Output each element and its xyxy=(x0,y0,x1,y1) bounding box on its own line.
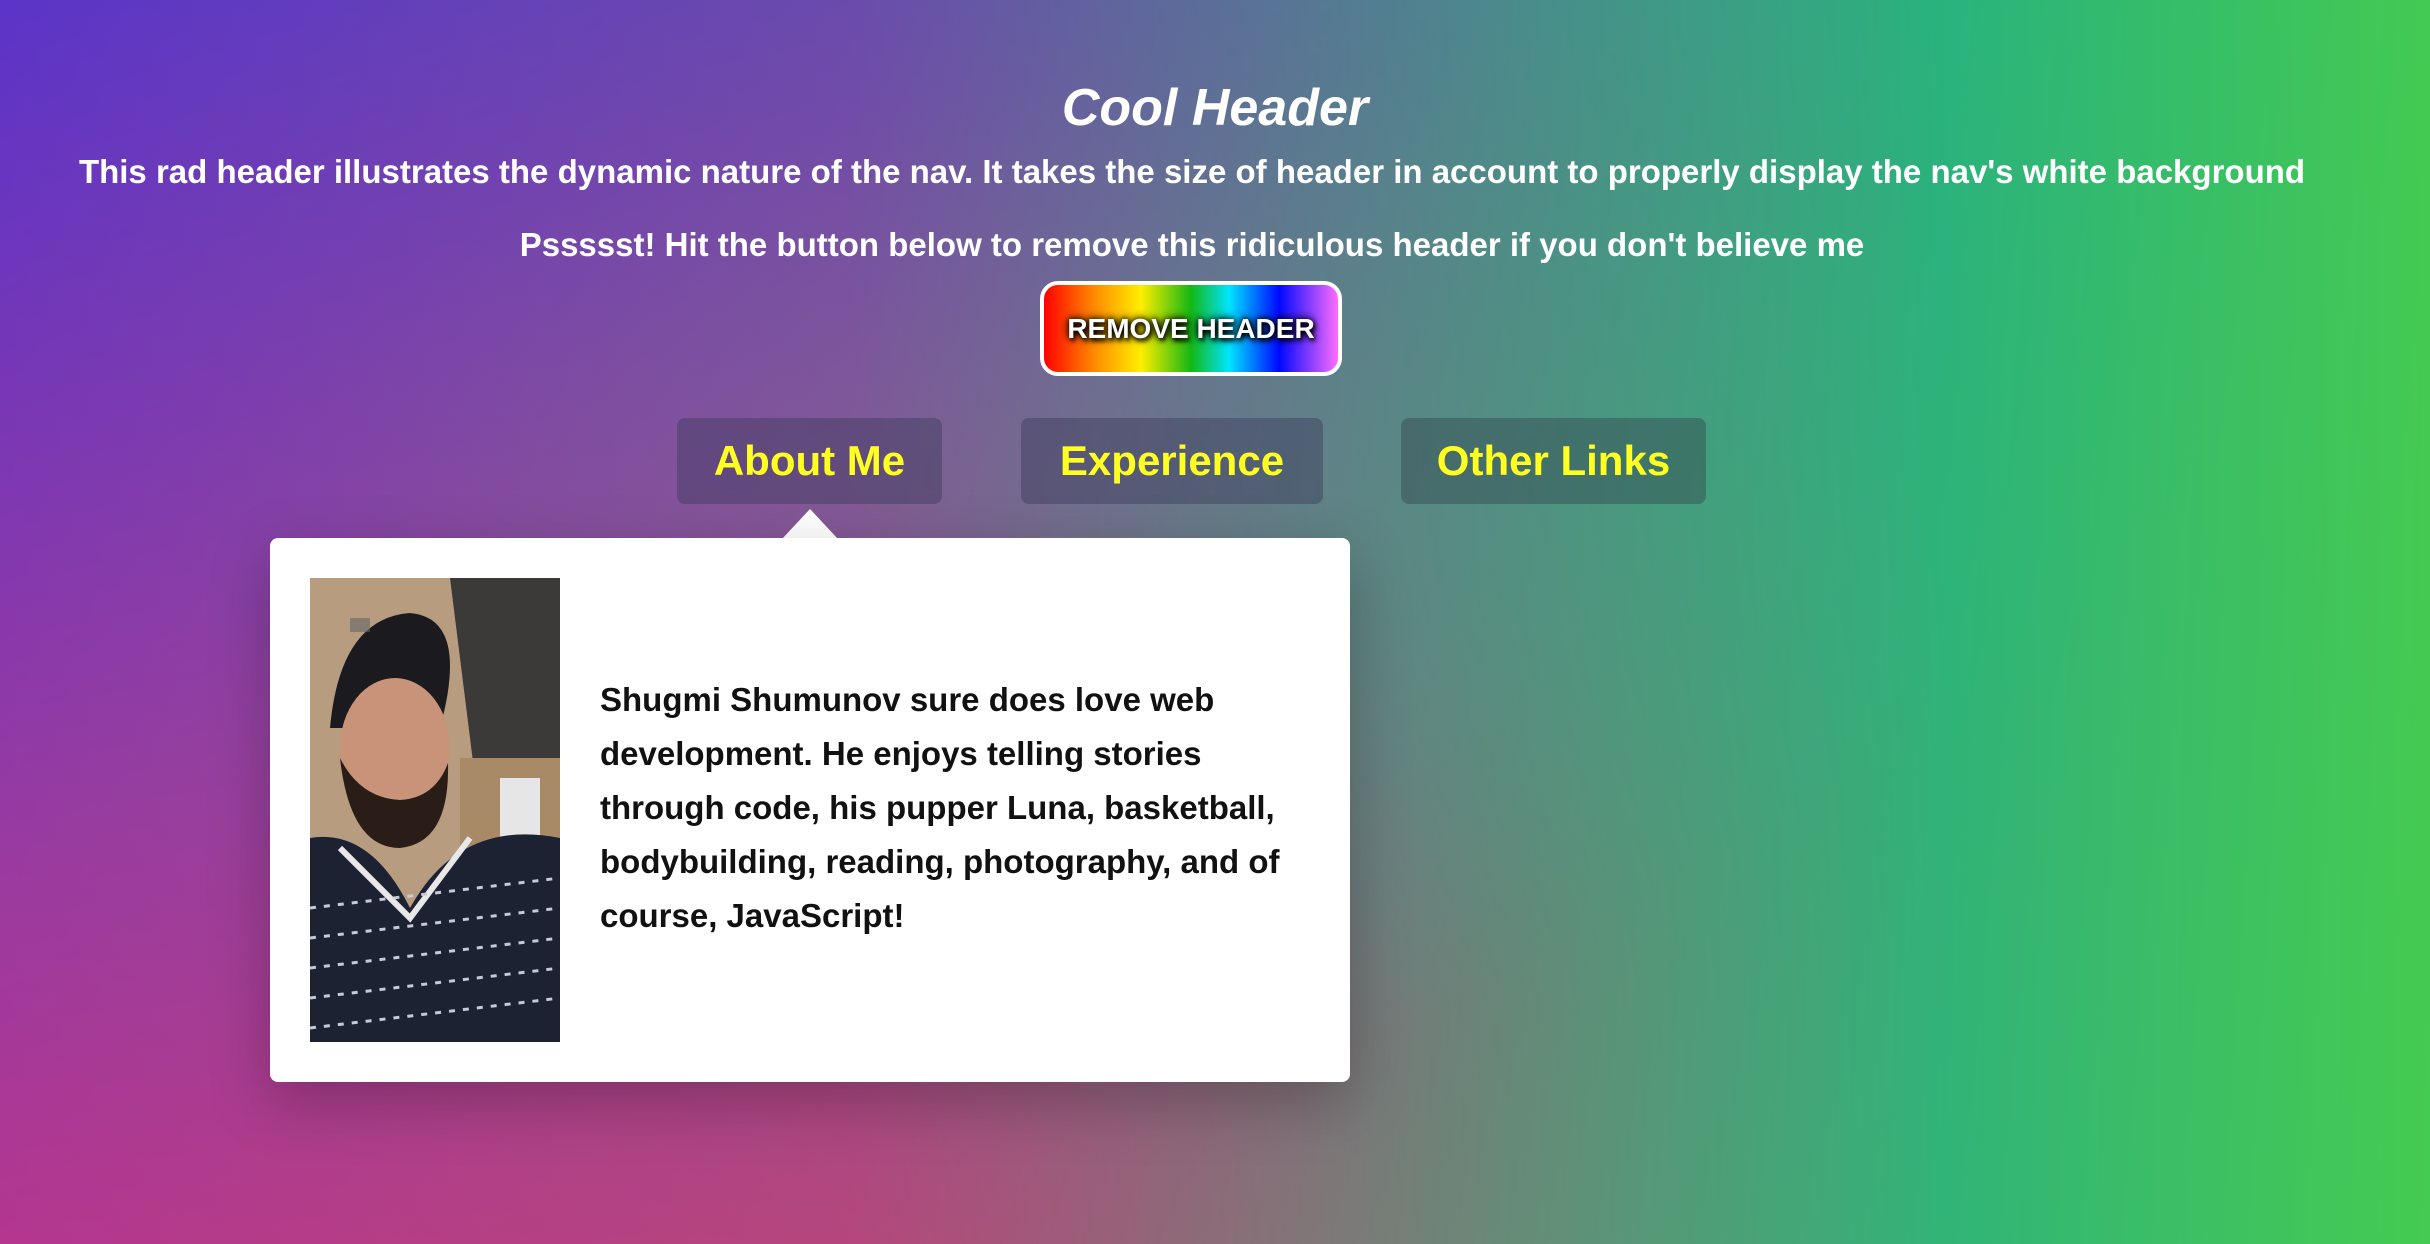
nav-item-about-me[interactable]: About Me xyxy=(677,418,942,504)
dropdown-arrow-icon xyxy=(782,509,838,539)
bio-text: Shugmi Shumunov sure does love web devel… xyxy=(600,681,1280,934)
page-title: Cool Header xyxy=(1061,79,1369,137)
profile-photo xyxy=(310,578,560,1042)
about-me-dropdown: Shugmi Shumunov sure does love web devel… xyxy=(270,538,1350,1082)
nav-item-experience[interactable]: Experience xyxy=(1021,418,1323,504)
header-description: This rad header illustrates the dynamic … xyxy=(78,153,2306,190)
remove-header-button[interactable]: REMOVE HEADER xyxy=(1040,281,1342,376)
nav-item-other-links[interactable]: Other Links xyxy=(1401,418,1706,504)
header-hint: Pssssst! Hit the button below to remove … xyxy=(519,226,1865,263)
